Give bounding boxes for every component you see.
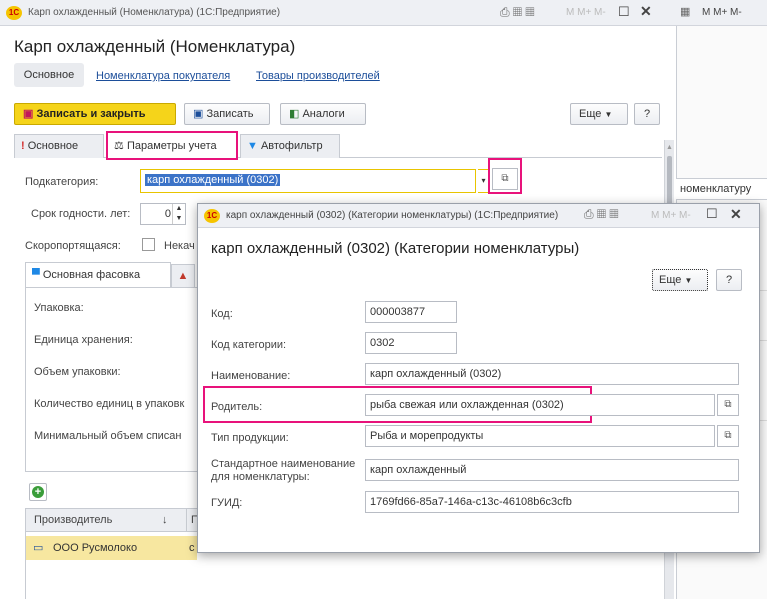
- perishable-text: Некач: [164, 240, 195, 252]
- unit-label: Единица хранения:: [34, 334, 133, 346]
- category-dialog: 1С карп охлажденный (0302) (Категории но…: [197, 203, 760, 553]
- tab-secondary-packaging[interactable]: ▲: [171, 264, 195, 288]
- window-calc-buttons[interactable]: M M+ M-: [566, 7, 606, 18]
- catcode-field[interactable]: 0302: [365, 332, 457, 354]
- parent-field[interactable]: рыба свежая или охлажденная (0302): [365, 394, 715, 416]
- chevron-down-icon: ▼: [684, 276, 693, 285]
- name-label: Наименование:: [211, 370, 291, 382]
- background-field: номенклатуру: [676, 178, 767, 200]
- pack-label: Упаковка:: [34, 302, 84, 314]
- help-button[interactable]: ?: [634, 103, 660, 125]
- save-button[interactable]: ▣ Записать: [184, 103, 270, 125]
- background-calc-buttons[interactable]: M M+ M-: [702, 7, 742, 18]
- packaging-panel: [25, 287, 197, 472]
- code-field[interactable]: 000003877: [365, 301, 457, 323]
- chevron-down-icon: ▼: [604, 110, 613, 119]
- subcategory-label: Подкатегория:: [25, 176, 99, 188]
- add-button[interactable]: +: [29, 483, 47, 501]
- save-icon: ▣: [23, 108, 34, 120]
- plus-icon: +: [32, 486, 44, 498]
- tab-main[interactable]: ! Основное: [14, 134, 104, 158]
- page-title: Карп охлажденный (Номенклатура): [14, 37, 296, 56]
- open-icon[interactable]: ⧉: [492, 168, 518, 190]
- code-label: Код:: [211, 308, 233, 320]
- shelf-life-label: Срок годности. лет:: [31, 208, 131, 220]
- nav-main[interactable]: Основное: [14, 63, 84, 87]
- dialog-titlebar: 1С карп охлажденный (0302) (Категории но…: [198, 204, 759, 228]
- package-icon: ▀: [32, 269, 40, 281]
- name-field[interactable]: карп охлажденный (0302): [365, 363, 739, 385]
- window-close-icon[interactable]: ✕: [640, 3, 652, 20]
- filter-icon: ▼: [247, 140, 258, 152]
- volume-label: Объем упаковки:: [34, 366, 121, 378]
- stepper-icon[interactable]: ▲ ▼: [172, 204, 185, 224]
- dialog-help-button[interactable]: ?: [716, 269, 742, 291]
- minvol-label: Минимальный объем списан: [34, 430, 182, 442]
- tab-autofilter[interactable]: ▼ Автофильтр: [240, 134, 340, 158]
- col-producer[interactable]: Производитель: [34, 509, 112, 531]
- dialog-maximize-icon[interactable]: ☐: [706, 206, 718, 222]
- perishable-label: Скоропортящаяся:: [25, 240, 121, 252]
- count-label: Количество единиц в упаковк: [34, 398, 185, 410]
- app-logo-icon: 1С: [6, 6, 22, 20]
- window-maximize-icon[interactable]: ☐: [618, 4, 630, 20]
- analogs-icon: ◧: [289, 108, 300, 120]
- dialog-title: карп охлажденный (0302) (Категории номен…: [211, 240, 580, 257]
- analogs-button[interactable]: ◧ Аналоги: [280, 103, 366, 125]
- nav-link-customer-items[interactable]: Номенклатура покупателя: [96, 70, 230, 82]
- background-calendar-icon[interactable]: ▦: [680, 5, 690, 18]
- dialog-logo-icon: 1С: [204, 209, 220, 223]
- window-titlebar: 1С Карп охлажденный (Номенклатура) (1С:П…: [0, 0, 680, 26]
- save-icon: ▣: [193, 108, 204, 120]
- tab-main-packaging[interactable]: ▀ Основная фасовка: [25, 262, 171, 288]
- table-body: [25, 532, 197, 599]
- parent-open-icon[interactable]: ⧉: [717, 394, 739, 416]
- warning-icon: !: [21, 140, 25, 152]
- type-field[interactable]: Рыба и морепродукты: [365, 425, 715, 447]
- type-label: Тип продукции:: [211, 432, 289, 444]
- parent-label: Родитель:: [211, 401, 263, 413]
- dialog-close-icon[interactable]: ✕: [730, 206, 742, 223]
- dialog-tools-icon[interactable]: ⎙ ▦ ▦: [584, 207, 619, 222]
- window-title: Карп охлажденный (Номенклатура) (1С:Пред…: [28, 7, 281, 18]
- save-close-button[interactable]: ▣ Записать и закрыть: [14, 103, 176, 125]
- subcategory-field[interactable]: карп охлажденный (0302): [140, 169, 476, 193]
- dialog-window-title: карп охлажденный (0302) (Категории номен…: [226, 210, 559, 221]
- background-window-titlebar: ▦ M M+ M-: [676, 0, 767, 26]
- tab-params[interactable]: ⚖ Параметры учета: [106, 131, 238, 160]
- scales-icon: ⚖: [114, 140, 124, 152]
- sort-arrow-icon[interactable]: ↓: [162, 509, 168, 531]
- guid-field[interactable]: 1769fd66-85a7-146a-c13c-46108b6c3cfb: [365, 491, 739, 513]
- table-header: Производитель ↓ П: [25, 508, 199, 532]
- more-button[interactable]: Еще ▼: [570, 103, 628, 125]
- type-open-icon[interactable]: ⧉: [717, 425, 739, 447]
- dialog-more-button[interactable]: Еще ▼: [652, 269, 708, 291]
- window-tools-icon[interactable]: ⎙ ▦ ▦: [500, 5, 535, 20]
- nav-link-producer-goods[interactable]: Товары производителей: [256, 70, 380, 82]
- scroll-up-icon[interactable]: ▲: [666, 144, 673, 151]
- std-name-field[interactable]: карп охлажденный: [365, 459, 739, 481]
- std-name-label: Стандартное наименование для номенклатур…: [211, 458, 356, 483]
- perishable-checkbox[interactable]: [142, 238, 155, 251]
- catcode-label: Код категории:: [211, 339, 287, 351]
- guid-label: ГУИД:: [211, 497, 243, 509]
- dialog-calc-buttons[interactable]: M M+ M-: [651, 210, 691, 221]
